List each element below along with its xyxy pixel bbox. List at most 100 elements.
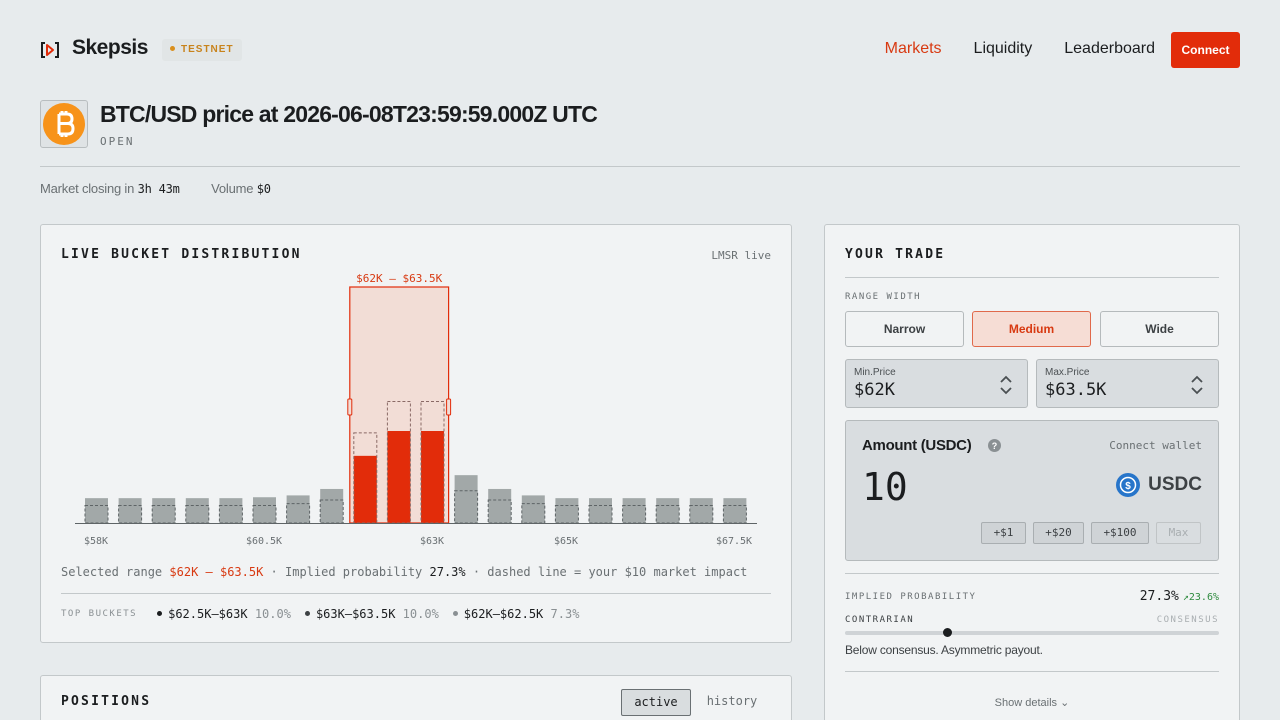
bar	[622, 498, 646, 523]
divider	[40, 166, 1240, 167]
stepper-chevron-icon[interactable]	[999, 374, 1013, 396]
bitcoin-icon	[43, 103, 85, 145]
top-bucket-item[interactable]: $63K–$63.5K 10.0%	[304, 607, 439, 621]
max-button[interactable]: Max	[1156, 522, 1201, 544]
connect-button[interactable]: Connect	[1171, 32, 1240, 68]
distribution-card: LIVE BUCKET DISTRIBUTION LMSR live $62K …	[40, 224, 792, 643]
market-status: OPEN	[100, 135, 135, 148]
min-price-field[interactable]: Min.Price $62K	[845, 359, 1028, 408]
width-wide-button[interactable]: Wide	[1100, 311, 1219, 347]
implied-probability-value: 27.3% ↗23.6%	[1140, 589, 1219, 604]
summary-prefix: Selected range	[61, 565, 163, 579]
amount-input[interactable]: 10	[862, 465, 908, 509]
add-100-button[interactable]: +$100	[1091, 522, 1149, 544]
top-bar: Skepsis TESTNET Markets Liquidity Leader…	[40, 32, 1240, 68]
top-bucket-range: $62K–$62.5K	[463, 607, 544, 621]
summary-prob: 27.3%	[429, 565, 466, 579]
bar	[589, 498, 612, 523]
bar	[253, 497, 276, 523]
bar	[219, 498, 243, 523]
range-handle	[446, 398, 452, 416]
top-bucket-pct: 7.3%	[550, 607, 580, 621]
nav-leaderboard[interactable]: Leaderboard	[1064, 40, 1155, 58]
x-tick-label: $58K	[84, 536, 108, 547]
bar	[555, 498, 579, 523]
selected-bar	[387, 431, 411, 523]
currency-display: $ USDC	[1116, 473, 1202, 497]
main-nav: Markets Liquidity Leaderboard	[885, 40, 1155, 58]
max-price-label: Max.Price	[1045, 367, 1090, 378]
stepper-chevron-icon[interactable]	[1190, 374, 1204, 396]
amount-panel: Amount (USDC) ? Connect wallet 10 $ USDC…	[845, 420, 1219, 561]
consensus-meter-knob	[943, 628, 952, 637]
market-asset-logo	[40, 100, 88, 148]
bar	[454, 475, 478, 523]
implied-probability-label: IMPLIED PROBABILITY	[845, 592, 977, 602]
trade-title: YOUR TRADE	[845, 247, 946, 262]
summary-suffix: · dashed line = your $10 market impact	[472, 565, 748, 579]
usdc-icon: $	[1116, 473, 1141, 497]
bar	[185, 498, 209, 523]
status-dot-icon	[170, 45, 175, 51]
divider	[61, 593, 771, 594]
help-icon[interactable]: ?	[988, 439, 1001, 452]
min-price-label: Min.Price	[854, 367, 896, 378]
summary-range: $62K – $63.5K	[169, 565, 264, 579]
svg-text:$: $	[1125, 481, 1131, 492]
bar	[320, 488, 344, 523]
max-price-field[interactable]: Max.Price $63.5K	[1036, 359, 1219, 408]
tab-active[interactable]: active	[621, 689, 691, 716]
positions-title: POSITIONS	[61, 694, 152, 709]
bar	[488, 488, 512, 523]
closing-label: Market closing in	[40, 181, 135, 196]
width-narrow-button[interactable]: Narrow	[845, 311, 964, 347]
nav-liquidity[interactable]: Liquidity	[974, 40, 1033, 58]
brand-name[interactable]: Skepsis	[72, 36, 148, 60]
divider	[845, 277, 1219, 278]
x-tick-label: $60.5K	[246, 536, 282, 547]
implied-change: ↗23.6%	[1182, 592, 1219, 603]
consensus-label: CONSENSUS	[1156, 615, 1219, 625]
market-meta: Market closing in 3h 43m Volume $0	[40, 181, 271, 196]
tab-history[interactable]: history	[701, 689, 763, 716]
bullet-icon	[304, 611, 310, 616]
amount-label: Amount (USDC)	[862, 437, 972, 454]
volume-label: Volume	[211, 181, 254, 196]
bullet-icon	[157, 611, 163, 616]
closing-value: 3h 43m	[137, 182, 180, 196]
top-bucket-item[interactable]: $62.5K–$63K 10.0%	[157, 607, 291, 621]
nav-markets[interactable]: Markets	[885, 40, 942, 58]
show-details-toggle[interactable]: Show details ⌄	[825, 696, 1239, 709]
range-handle	[347, 398, 353, 416]
bar	[85, 498, 108, 523]
show-details-label: Show details	[994, 697, 1058, 709]
trade-card: YOUR TRADE RANGE WIDTH Narrow Medium Wid…	[824, 224, 1240, 720]
positions-card: POSITIONS active history	[40, 675, 792, 720]
top-bucket-item[interactable]: $62K–$62.5K 7.3%	[452, 607, 580, 621]
consensus-note: Below consensus. Asymmetric payout.	[845, 643, 1043, 657]
testnet-label: TESTNET	[181, 44, 234, 55]
consensus-meter	[845, 631, 1219, 635]
top-bucket-range: $63K–$63.5K	[315, 607, 396, 621]
x-tick-label: $65K	[554, 536, 578, 547]
connect-wallet-link[interactable]: Connect wallet	[1109, 439, 1202, 452]
selected-bar	[353, 455, 377, 523]
add-20-button[interactable]: +$20	[1033, 522, 1084, 544]
width-medium-button[interactable]: Medium	[972, 311, 1091, 347]
x-tick-label: $63K	[420, 536, 444, 547]
contrarian-label: CONTRARIAN	[845, 615, 915, 625]
chevron-down-icon: ⌄	[1060, 697, 1070, 709]
bar	[118, 498, 142, 523]
min-price-value[interactable]: $62K	[854, 380, 895, 400]
testnet-badge: TESTNET	[162, 39, 242, 61]
top-bucket-pct: 10.0%	[254, 607, 291, 621]
skepsis-logo-icon[interactable]	[40, 40, 60, 60]
top-bucket-pct: 10.0%	[402, 607, 439, 621]
summary-sep: · Implied probability	[270, 565, 423, 579]
bar	[521, 495, 545, 523]
bar	[286, 495, 310, 523]
bucket-distribution-chart[interactable]: $62K – $63.5K $58K $60.5K $63K $65K $67.5K	[41, 225, 791, 555]
add-1-button[interactable]: +$1	[981, 522, 1026, 544]
max-price-value[interactable]: $63.5K	[1045, 380, 1106, 400]
bar	[723, 498, 747, 523]
